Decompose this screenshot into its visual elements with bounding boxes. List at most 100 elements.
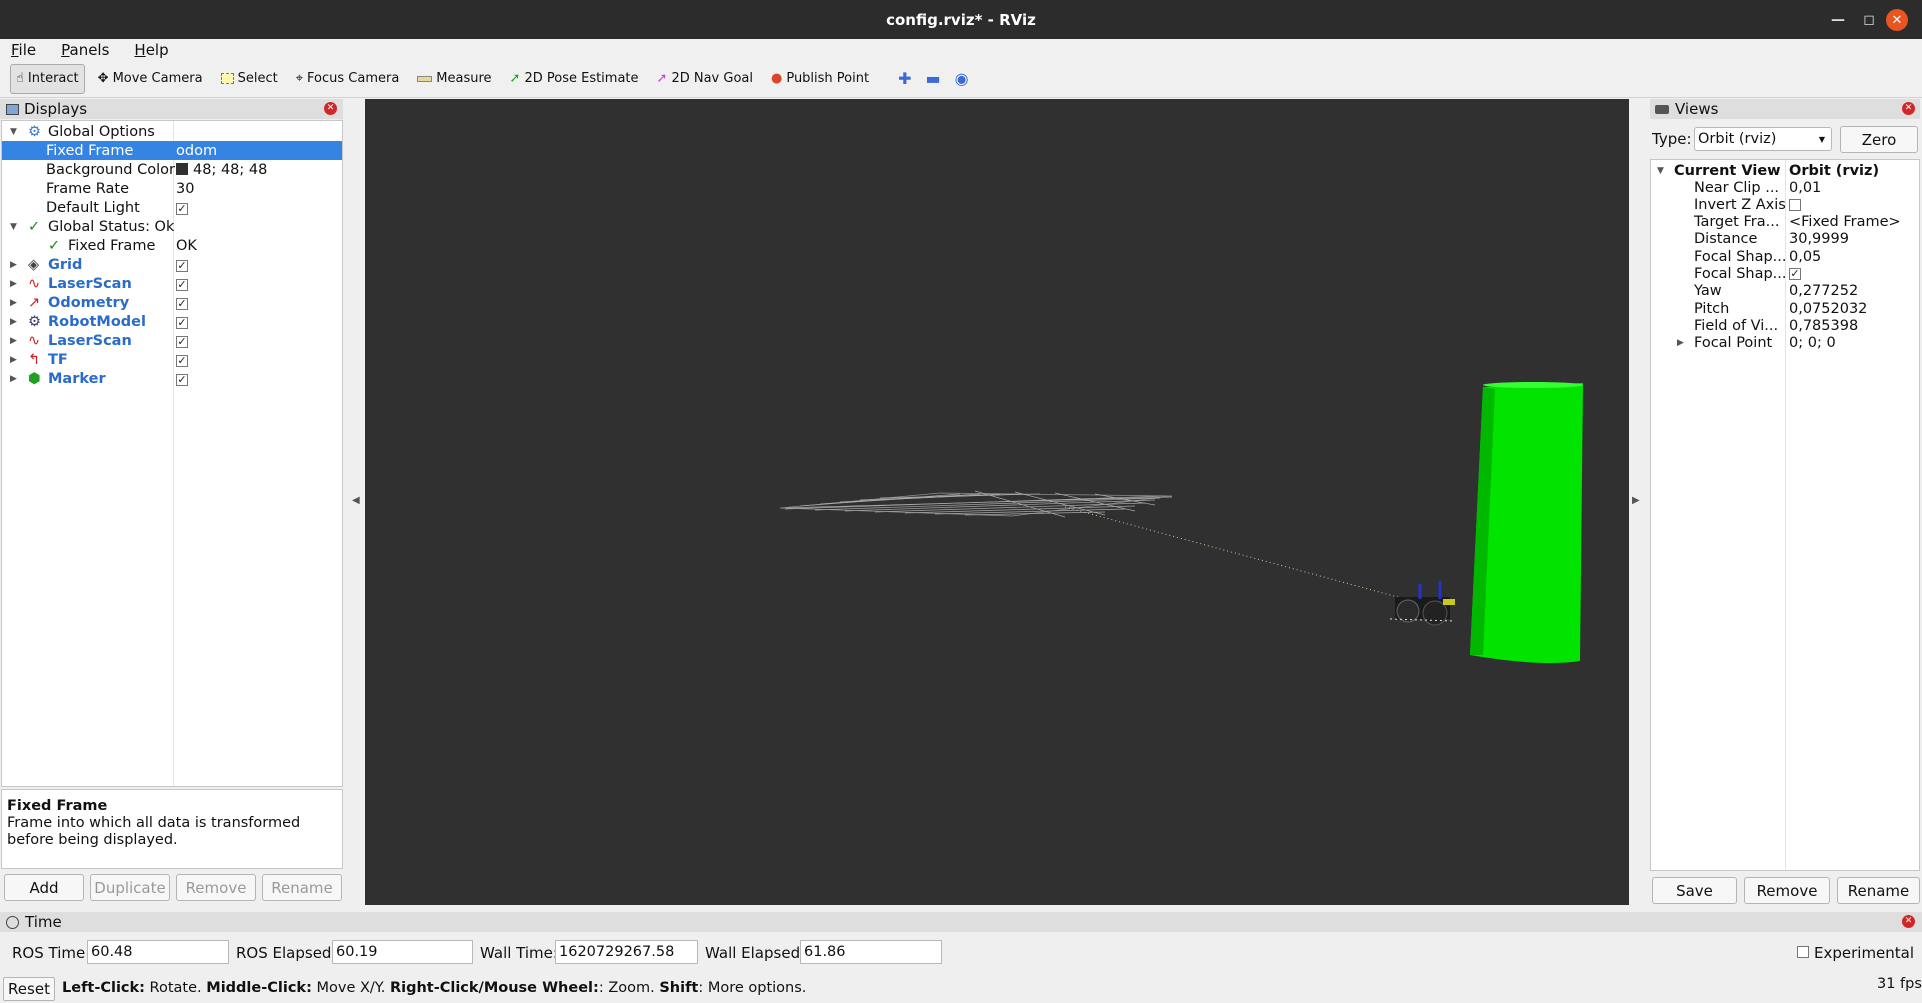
display-enabled-checkbox[interactable]: ✓ <box>176 373 188 386</box>
render-scene[interactable] <box>365 99 1629 905</box>
menu-help[interactable]: Help <box>129 41 173 59</box>
view-prop-value[interactable]: 0,277252 <box>1789 283 1858 299</box>
view-prop-row[interactable]: Focal Shap... 0,05 <box>1651 248 1919 265</box>
default-light-row[interactable]: Default Light ✓ <box>2 198 342 217</box>
expand-arrow-icon[interactable]: ▶ <box>10 336 17 346</box>
frame-rate-value[interactable]: 30 <box>176 181 194 197</box>
global-options-row[interactable]: ▼ ⚙ Global Options <box>2 122 342 141</box>
remove-display-button[interactable]: Remove <box>176 874 256 901</box>
wall-elapsed-label: Wall Elapsed: <box>705 944 806 962</box>
view-prop-value[interactable]: <Fixed Frame> <box>1789 214 1901 230</box>
expand-arrow-icon[interactable]: ▶ <box>10 355 17 365</box>
add-tool-icon[interactable]: ✚ <box>894 64 915 94</box>
fixed-frame-row[interactable]: Fixed Frame odom <box>2 141 342 160</box>
view-prop-row[interactable]: Field of Vi... 0,785398 <box>1651 317 1919 334</box>
minimize-icon[interactable]: — <box>1822 0 1854 39</box>
display-item-laserscan[interactable]: ▶ ∿ LaserScan ✓ <box>2 274 342 293</box>
expand-arrow-icon[interactable]: ▶ <box>10 374 17 384</box>
select-tool-button[interactable]: Select <box>216 64 283 94</box>
display-item-robotmodel[interactable]: ▶ ⚙ RobotModel ✓ <box>2 312 342 331</box>
rename-display-button[interactable]: Rename <box>262 874 342 901</box>
expand-arrow-icon[interactable]: ▶ <box>10 298 17 308</box>
view-type-select[interactable]: Orbit (rviz) ▼ <box>1694 127 1832 151</box>
display-enabled-checkbox[interactable]: ✓ <box>176 259 188 272</box>
remove-view-button[interactable]: Remove <box>1744 877 1830 904</box>
fixed-frame-value[interactable]: odom <box>176 143 217 159</box>
experimental-checkbox[interactable] <box>1797 946 1809 958</box>
remove-tool-icon[interactable]: ▬ <box>921 64 944 94</box>
marker-icon: ⬢ <box>28 370 41 387</box>
display-enabled-checkbox[interactable]: ✓ <box>176 316 188 329</box>
menu-panels[interactable]: Panels <box>56 41 114 59</box>
interact-tool-button[interactable]: ☝ Interact <box>10 63 85 94</box>
display-item-laserscan[interactable]: ▶ ∿ LaserScan ✓ <box>2 331 342 350</box>
menu-file[interactable]: File <box>6 41 41 59</box>
ros-elapsed-field[interactable]: 60.19 <box>332 940 473 964</box>
save-view-button[interactable]: Save <box>1652 877 1737 904</box>
expand-arrow-icon[interactable]: ▼ <box>10 222 17 232</box>
close-displays-icon[interactable]: ✕ <box>324 102 337 115</box>
expand-arrow-icon[interactable]: ▼ <box>1657 166 1664 176</box>
display-item-odometry[interactable]: ▶ ↗ Odometry ✓ <box>2 293 342 312</box>
close-icon[interactable]: ✕ <box>1886 9 1908 31</box>
add-display-button[interactable]: Add <box>4 874 84 901</box>
eye-icon[interactable]: ◉ <box>951 64 973 94</box>
3d-viewport[interactable] <box>365 99 1629 905</box>
collapse-left-icon[interactable]: ◀ <box>352 495 360 506</box>
view-prop-row[interactable]: Near Clip ... 0,01 <box>1651 179 1919 196</box>
frame-rate-row[interactable]: Frame Rate 30 <box>2 179 342 198</box>
display-item-label: LaserScan <box>48 332 132 349</box>
focus-camera-tool-button[interactable]: ⌖ Focus Camera <box>291 64 405 94</box>
pose-estimate-tool-button[interactable]: ➚ 2D Pose Estimate <box>505 64 644 94</box>
maximize-icon[interactable]: ◻ <box>1853 0 1885 39</box>
invert-z-checkbox[interactable] <box>1789 198 1801 211</box>
expand-arrow-icon[interactable]: ▶ <box>1677 338 1684 348</box>
publish-point-tool-button[interactable]: ● Publish Point <box>766 64 874 94</box>
view-prop-value[interactable]: 0; 0; 0 <box>1789 335 1836 351</box>
view-prop-value[interactable]: 0,785398 <box>1789 318 1858 334</box>
view-prop-value[interactable]: 30,9999 <box>1789 231 1849 247</box>
view-prop-row[interactable]: Yaw 0,277252 <box>1651 283 1919 300</box>
display-enabled-checkbox[interactable]: ✓ <box>176 278 188 291</box>
view-prop-value[interactable]: 0,0752032 <box>1789 301 1867 317</box>
close-time-icon[interactable]: ✕ <box>1902 915 1915 928</box>
background-color-row[interactable]: Background Color 48; 48; 48 <box>2 160 342 179</box>
default-light-checkbox[interactable]: ✓ <box>176 202 188 215</box>
view-prop-row[interactable]: Focal Shap... ✓ <box>1651 266 1919 283</box>
measure-tool-button[interactable]: Measure <box>412 64 496 94</box>
rename-view-button[interactable]: Rename <box>1837 877 1920 904</box>
display-enabled-checkbox[interactable]: ✓ <box>176 335 188 348</box>
display-item-marker[interactable]: ▶ ⬢ Marker ✓ <box>2 369 342 388</box>
expand-arrow-icon[interactable]: ▶ <box>10 317 17 327</box>
expand-arrow-icon[interactable]: ▶ <box>10 260 17 270</box>
duplicate-display-button[interactable]: Duplicate <box>90 874 170 901</box>
wall-elapsed-field[interactable]: 61.86 <box>800 940 942 964</box>
wall-time-field[interactable]: 1620729267.58 <box>555 940 698 964</box>
view-prop-row[interactable]: Pitch 0,0752032 <box>1651 300 1919 317</box>
reset-button[interactable]: Reset <box>3 977 55 1001</box>
view-prop-row[interactable]: ▶ Focal Point 0; 0; 0 <box>1651 335 1919 352</box>
current-view-row[interactable]: ▼ Current View Orbit (rviz) <box>1651 162 1919 179</box>
move-camera-tool-button[interactable]: ✥ Move Camera <box>93 64 208 94</box>
view-prop-row[interactable]: Target Fra... <Fixed Frame> <box>1651 214 1919 231</box>
display-item-tf[interactable]: ▶ ↰ TF ✓ <box>2 350 342 369</box>
view-prop-row[interactable]: Invert Z Axis <box>1651 196 1919 213</box>
expand-arrow-icon[interactable]: ▼ <box>10 127 17 137</box>
view-prop-row[interactable]: Distance 30,9999 <box>1651 231 1919 248</box>
frame-rate-label: Frame Rate <box>46 180 130 197</box>
expand-arrow-icon[interactable]: ▶ <box>10 279 17 289</box>
focal-shape-checkbox[interactable]: ✓ <box>1789 268 1801 280</box>
global-status-row[interactable]: ▼ ✓ Global Status: Ok <box>2 217 342 236</box>
display-item-grid[interactable]: ▶ ◈ Grid ✓ <box>2 255 342 274</box>
ros-time-field[interactable]: 60.48 <box>87 940 229 964</box>
background-color-value[interactable]: 48; 48; 48 <box>176 162 267 178</box>
nav-goal-tool-button[interactable]: ➚ 2D Nav Goal <box>652 64 758 94</box>
status-fixed-frame-row[interactable]: ✓ Fixed Frame OK <box>2 236 342 255</box>
zero-button[interactable]: Zero <box>1840 126 1918 153</box>
display-enabled-checkbox[interactable]: ✓ <box>176 297 188 310</box>
view-prop-value[interactable]: 0,05 <box>1789 249 1821 265</box>
collapse-right-icon[interactable]: ▶ <box>1632 495 1640 506</box>
view-prop-value[interactable]: 0,01 <box>1789 180 1821 196</box>
close-views-icon[interactable]: ✕ <box>1902 102 1915 115</box>
display-enabled-checkbox[interactable]: ✓ <box>176 354 188 367</box>
